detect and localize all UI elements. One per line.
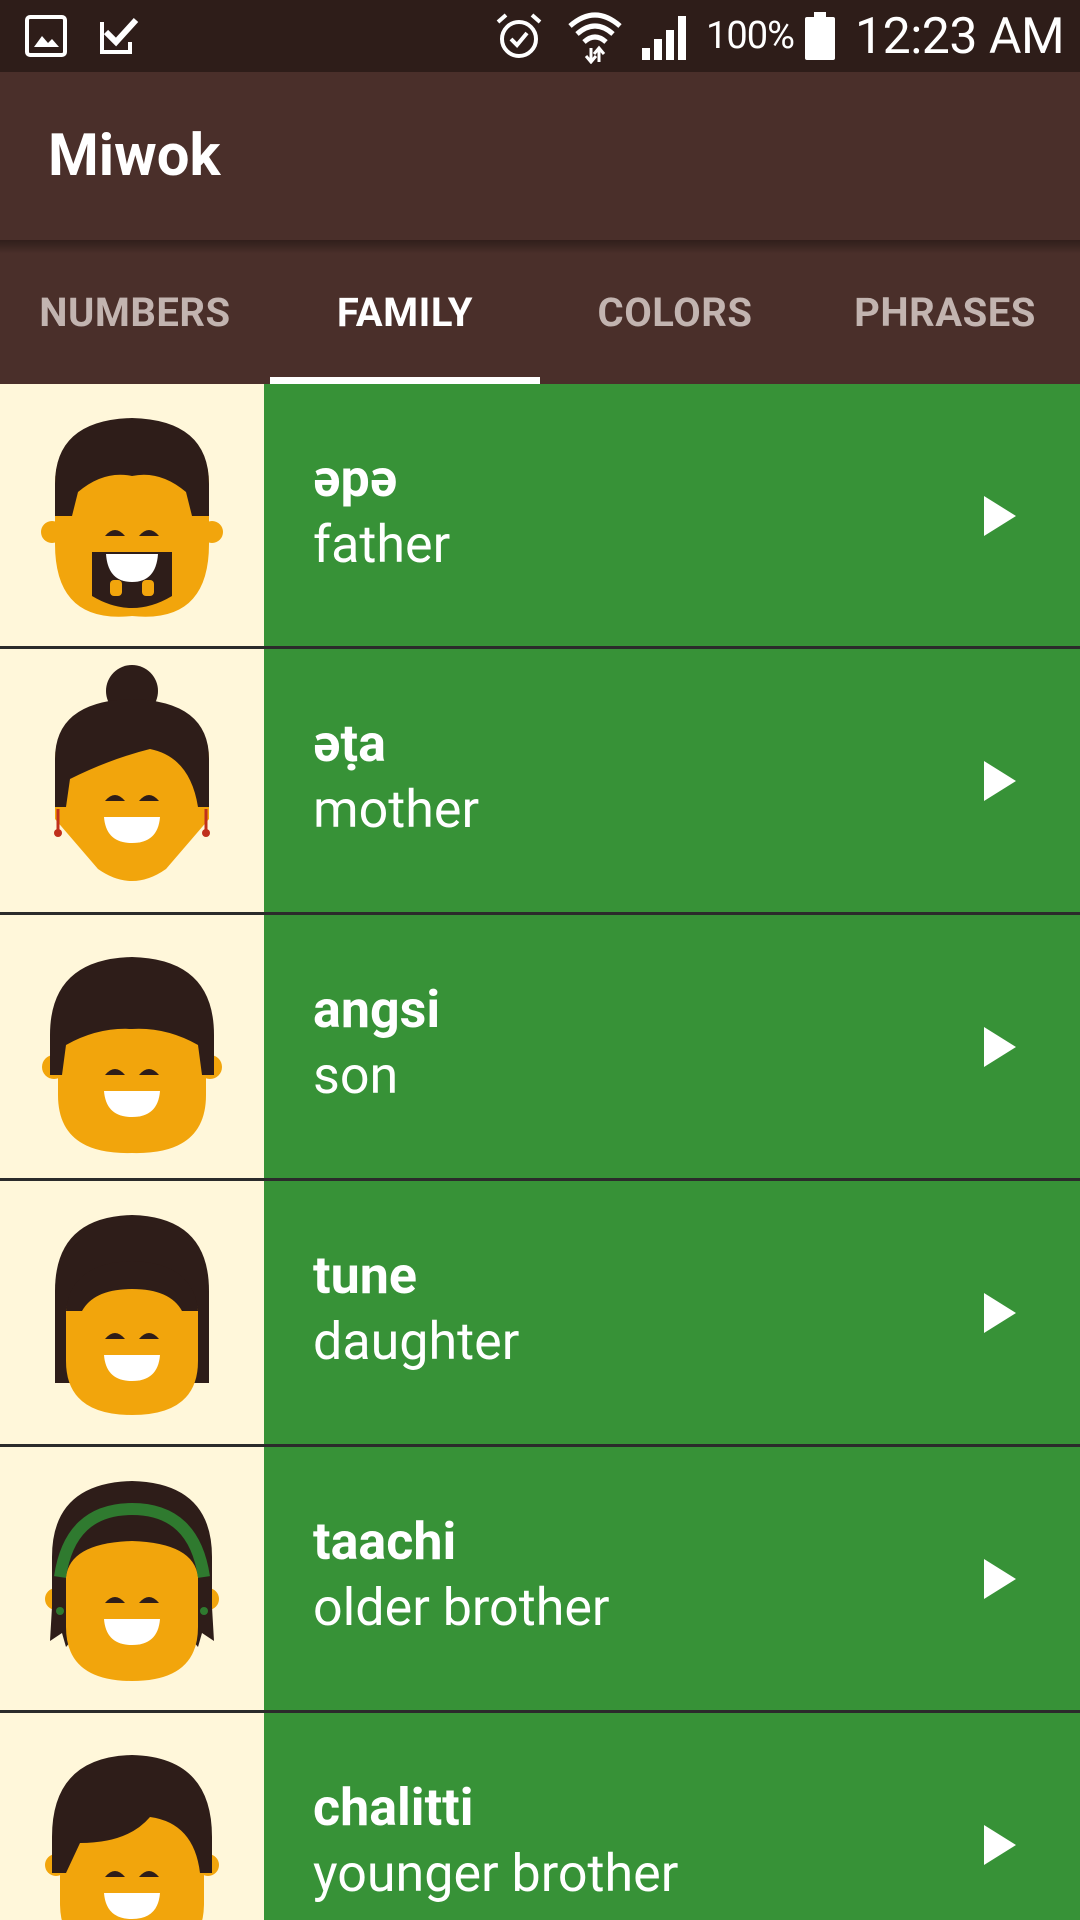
gallery-icon xyxy=(25,15,67,57)
default-translation: younger brother xyxy=(313,1843,679,1904)
miwok-translation: əpə xyxy=(313,448,398,509)
father-image xyxy=(0,384,264,648)
list-item-text-container[interactable]: əṭa mother xyxy=(264,649,1080,913)
app-bar-shadow xyxy=(0,240,1080,254)
miwok-translation: tune xyxy=(313,1245,417,1306)
miwok-translation: əṭa xyxy=(313,713,386,774)
miwok-translation: taachi xyxy=(313,1511,457,1572)
tab-bar: NUMBERS FAMILY COLORS PHRASES xyxy=(0,240,1080,384)
mother-image xyxy=(0,649,264,913)
list-item-text-container[interactable]: taachi older brother xyxy=(264,1447,1080,1711)
app-bar: Miwok xyxy=(0,72,1080,240)
battery-percentage: 100% xyxy=(706,14,795,58)
list-item-text-container[interactable]: tune daughter xyxy=(264,1181,1080,1445)
list-item[interactable]: taachi older brother xyxy=(0,1447,1080,1711)
tab-family[interactable]: FAMILY xyxy=(270,240,540,384)
tab-colors[interactable]: COLORS xyxy=(540,240,810,384)
list-item[interactable]: chalitti younger brother xyxy=(0,1713,1080,1920)
tab-numbers[interactable]: NUMBERS xyxy=(0,240,270,384)
list-item-text-container[interactable]: chalitti younger brother xyxy=(264,1713,1080,1920)
default-translation: mother xyxy=(313,779,480,840)
son-image xyxy=(0,915,264,1179)
younger-brother-face-icon xyxy=(45,1755,219,1920)
daughter-image xyxy=(0,1181,264,1445)
list-item[interactable]: əpə father xyxy=(0,384,1080,648)
battery-icon xyxy=(805,12,835,60)
task-check-icon xyxy=(100,17,139,54)
wifi-icon xyxy=(568,12,622,64)
status-bar: 100% 12:23 AM xyxy=(0,0,1080,72)
list-item-text-container[interactable]: angsi son xyxy=(264,915,1080,1179)
default-translation: older brother xyxy=(313,1577,610,1638)
list-item[interactable]: angsi son xyxy=(0,915,1080,1179)
play-icon[interactable] xyxy=(980,1291,1020,1335)
clock: 12:23 AM xyxy=(855,8,1065,66)
older-brother-image xyxy=(0,1447,264,1711)
mother-face-icon xyxy=(54,665,210,881)
play-icon[interactable] xyxy=(980,1557,1020,1601)
play-icon[interactable] xyxy=(980,1025,1020,1069)
daughter-face-icon xyxy=(55,1215,209,1415)
alarm-icon xyxy=(496,13,542,58)
default-translation: father xyxy=(313,514,451,575)
signal-icon xyxy=(642,16,686,60)
miwok-translation: chalitti xyxy=(313,1777,474,1838)
default-translation: daughter xyxy=(313,1311,520,1372)
younger-brother-image xyxy=(0,1713,264,1920)
app-title: Miwok xyxy=(48,122,221,190)
selected-tab-indicator xyxy=(270,377,540,384)
tab-phrases[interactable]: PHRASES xyxy=(810,240,1080,384)
list-item[interactable]: əṭa mother xyxy=(0,649,1080,913)
older-brother-face-icon xyxy=(45,1481,219,1681)
father-face-icon xyxy=(41,418,223,617)
list-item[interactable]: tune daughter xyxy=(0,1181,1080,1445)
son-face-icon xyxy=(42,957,222,1154)
default-translation: son xyxy=(313,1045,399,1106)
miwok-translation: angsi xyxy=(313,979,441,1040)
list-item-text-container[interactable]: əpə father xyxy=(264,384,1080,648)
play-icon[interactable] xyxy=(980,759,1020,803)
play-icon[interactable] xyxy=(980,494,1020,538)
play-icon[interactable] xyxy=(980,1823,1020,1867)
